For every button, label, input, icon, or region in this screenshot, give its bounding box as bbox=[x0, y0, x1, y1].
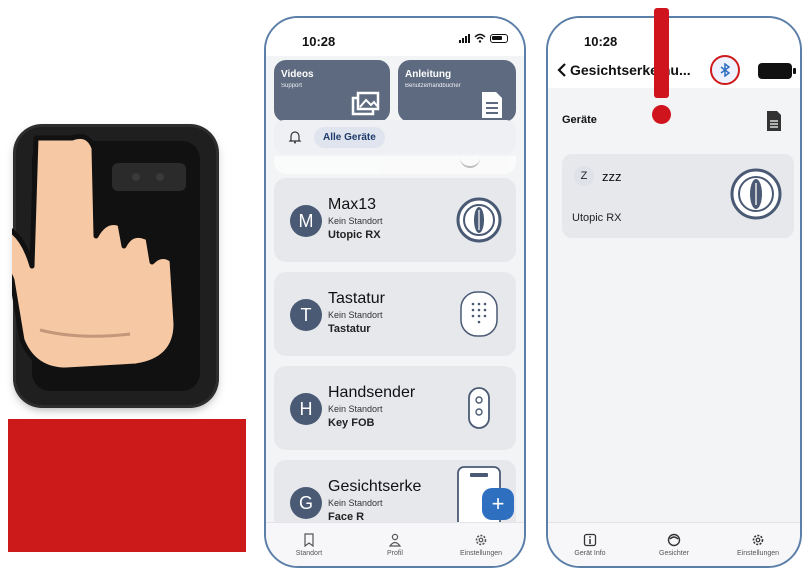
gear-icon bbox=[475, 534, 487, 545]
lock-icon bbox=[730, 168, 782, 220]
anleitung-card[interactable]: Anleitung Benutzerhandbücher bbox=[398, 60, 516, 122]
gear-icon bbox=[752, 534, 764, 545]
add-device-button[interactable]: + bbox=[482, 488, 514, 520]
battery-icon bbox=[758, 63, 796, 79]
status-bar: 10:28 bbox=[548, 18, 800, 56]
keyfob-icon bbox=[468, 387, 490, 429]
device-card[interactable]: Z zzz Utopic RX bbox=[562, 154, 794, 238]
phone-device-list: 10:28 Videos Support Anleitung Benutzerh… bbox=[264, 16, 526, 568]
signal-icon bbox=[459, 33, 470, 43]
status-time: 10:28 bbox=[584, 34, 618, 49]
info-icon bbox=[583, 533, 597, 546]
person-icon bbox=[388, 533, 402, 547]
tab-geraet-info[interactable]: Gerät Info bbox=[548, 523, 632, 566]
anleitung-title: Anleitung bbox=[405, 69, 452, 80]
device-name: Tastatur bbox=[328, 290, 385, 307]
device-name: Handsender bbox=[328, 384, 416, 401]
device-location: Kein Standort bbox=[328, 216, 383, 226]
bluetooth-icon bbox=[720, 63, 731, 77]
bluetooth-button[interactable] bbox=[710, 55, 740, 85]
tab-label: Profil bbox=[387, 549, 403, 557]
device-type: Utopic RX bbox=[572, 212, 622, 224]
back-chevron-icon[interactable] bbox=[556, 62, 568, 78]
page-title: Gesichtserke nu... bbox=[570, 62, 691, 78]
list-item[interactable]: H Handsender Kein Standort Key FOB bbox=[274, 366, 516, 450]
list-item[interactable]: T Tastatur Kein Standort Tastatur bbox=[274, 272, 516, 356]
tab-label: Einstellungen bbox=[736, 549, 780, 557]
device-list: M Max13 Kein Standort Utopic RX T Tastat… bbox=[274, 156, 516, 554]
tab-bar: Standort Profil Einstellungen bbox=[266, 522, 524, 566]
face-icon bbox=[667, 533, 681, 546]
keypad-icon bbox=[460, 291, 498, 337]
device-type: Key FOB bbox=[328, 417, 375, 429]
hand-pointing-icon bbox=[12, 133, 179, 370]
exclamation-dot bbox=[652, 105, 671, 124]
videos-title: Videos bbox=[281, 69, 314, 80]
device-location: Kein Standort bbox=[328, 310, 383, 320]
tab-label: Gerät Info bbox=[574, 549, 606, 557]
tab-label: Einstellungen bbox=[459, 549, 503, 557]
red-block bbox=[8, 419, 246, 552]
status-bar: 10:28 bbox=[266, 18, 524, 56]
battery-icon bbox=[490, 33, 508, 43]
lock-icon bbox=[456, 197, 502, 243]
anleitung-subtitle: Benutzerhandbücher bbox=[405, 83, 461, 89]
filter-chip-all-devices[interactable]: Alle Geräte bbox=[314, 126, 385, 148]
header-cards: Videos Support Anleitung Benutzerhandbüc… bbox=[274, 58, 516, 124]
device-name: Gesichtserke bbox=[328, 478, 422, 495]
tab-standort[interactable]: Standort bbox=[266, 523, 352, 566]
videos-subtitle: Support bbox=[281, 83, 303, 89]
manual-icon bbox=[482, 92, 502, 118]
tab-einstellungen[interactable]: Einstellungen bbox=[716, 523, 800, 566]
navigation-bar: Gesichtserke nu... bbox=[548, 54, 800, 88]
tab-label: Gesichter bbox=[659, 549, 689, 557]
tab-einstellungen[interactable]: Einstellungen bbox=[438, 523, 524, 566]
tab-gesichter[interactable]: Gesichter bbox=[632, 523, 716, 566]
photos-icon bbox=[351, 91, 380, 116]
device-name: zzz bbox=[602, 169, 622, 184]
device-type: Utopic RX bbox=[328, 229, 381, 241]
bell-icon[interactable] bbox=[288, 130, 302, 144]
bookmark-icon bbox=[304, 532, 314, 547]
phone-device-detail: 10:28 Gesichtserke nu... Geräte Z zzz Ut… bbox=[546, 16, 802, 568]
list-item-peek bbox=[274, 156, 516, 174]
avatar: T bbox=[290, 299, 322, 331]
tab-bar: Gerät Info Gesichter Einstellungen bbox=[548, 522, 800, 566]
list-item[interactable]: M Max13 Kein Standort Utopic RX bbox=[274, 178, 516, 262]
device-type: Tastatur bbox=[328, 323, 371, 335]
videos-card[interactable]: Videos Support bbox=[274, 60, 390, 122]
avatar: M bbox=[290, 205, 322, 237]
tab-profil[interactable]: Profil bbox=[352, 523, 438, 566]
tab-label: Standort bbox=[295, 549, 323, 557]
exclamation-mark-icon bbox=[654, 8, 669, 98]
status-time: 10:28 bbox=[302, 34, 336, 49]
avatar: G bbox=[290, 487, 322, 519]
device-location: Kein Standort bbox=[328, 404, 383, 414]
device-name: Max13 bbox=[328, 196, 377, 213]
device-location: Kein Standort bbox=[328, 498, 383, 508]
section-heading: Geräte bbox=[562, 114, 597, 126]
avatar: H bbox=[290, 393, 322, 425]
wifi-icon bbox=[474, 33, 486, 43]
device-badge: Z bbox=[574, 166, 594, 186]
document-icon[interactable] bbox=[766, 110, 782, 132]
status-icons bbox=[459, 33, 508, 43]
filter-bar: Alle Geräte bbox=[274, 120, 516, 154]
